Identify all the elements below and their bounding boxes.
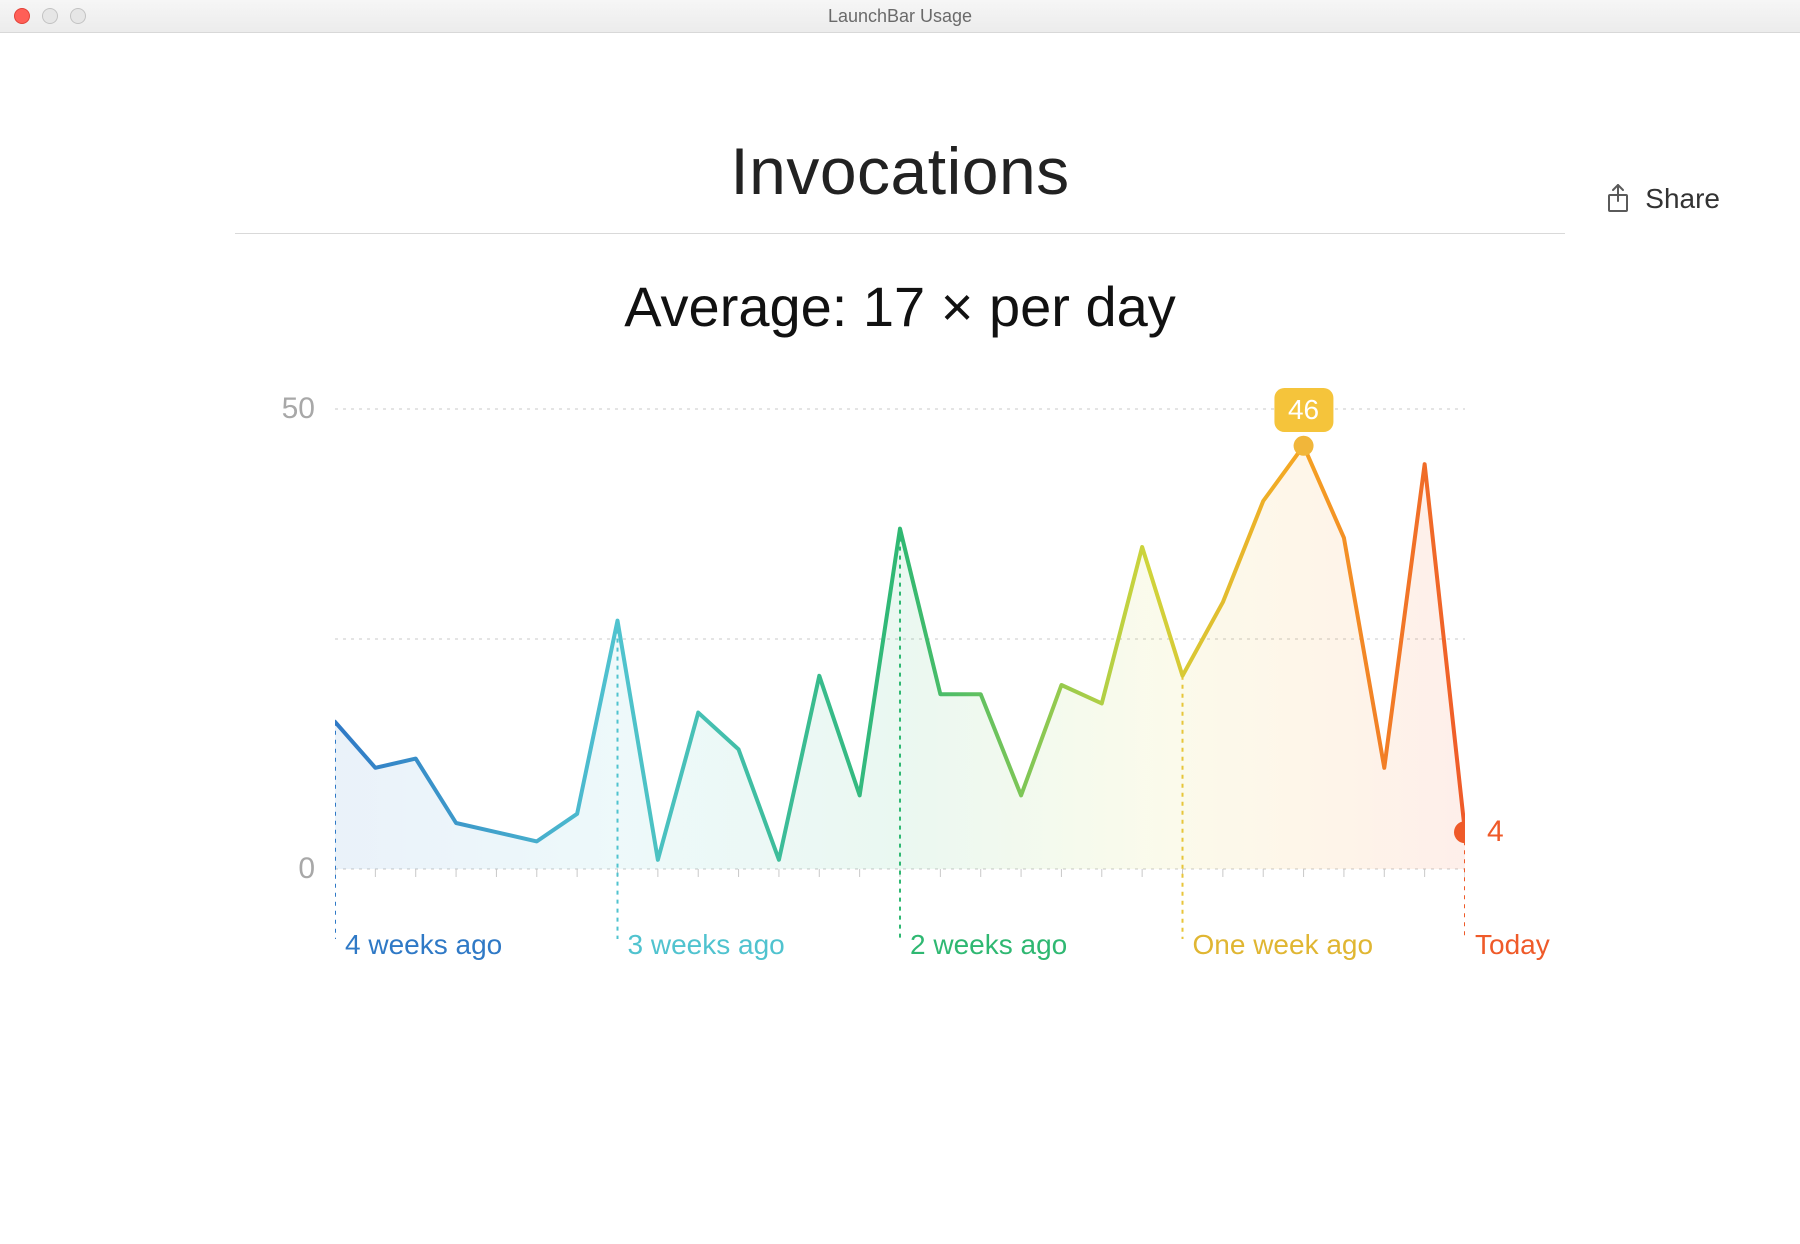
- close-window-button[interactable]: [14, 8, 30, 24]
- share-button[interactable]: Share: [1605, 183, 1720, 215]
- share-icon: [1605, 183, 1631, 215]
- invocations-chart: 50 0 46 4 4 weeks ago 3 weeks ago 2 week…: [335, 399, 1465, 959]
- window-titlebar: LaunchBar Usage: [0, 0, 1800, 33]
- x-label-3-weeks-ago: 3 weeks ago: [628, 929, 785, 961]
- content-area: Share Invocations Average: 17 × per day …: [0, 133, 1800, 1244]
- today-value-label: 4: [1487, 815, 1504, 849]
- x-label-2-weeks-ago: 2 weeks ago: [910, 929, 1067, 961]
- page-title: Invocations: [0, 133, 1800, 209]
- y-tick-min: 0: [298, 852, 315, 886]
- chart-canvas: [335, 399, 1465, 959]
- share-button-label: Share: [1645, 183, 1720, 215]
- peak-value-tooltip: 46: [1274, 388, 1333, 432]
- window-title: LaunchBar Usage: [0, 6, 1800, 27]
- window-controls: [14, 8, 86, 24]
- x-label-today: Today: [1475, 929, 1550, 961]
- minimize-window-button[interactable]: [42, 8, 58, 24]
- x-label-4-weeks-ago: 4 weeks ago: [345, 929, 502, 961]
- average-summary: Average: 17 × per day: [0, 274, 1800, 339]
- y-tick-max: 50: [282, 392, 315, 426]
- title-divider: [235, 233, 1565, 234]
- zoom-window-button[interactable]: [70, 8, 86, 24]
- x-label-one-week-ago: One week ago: [1193, 929, 1374, 961]
